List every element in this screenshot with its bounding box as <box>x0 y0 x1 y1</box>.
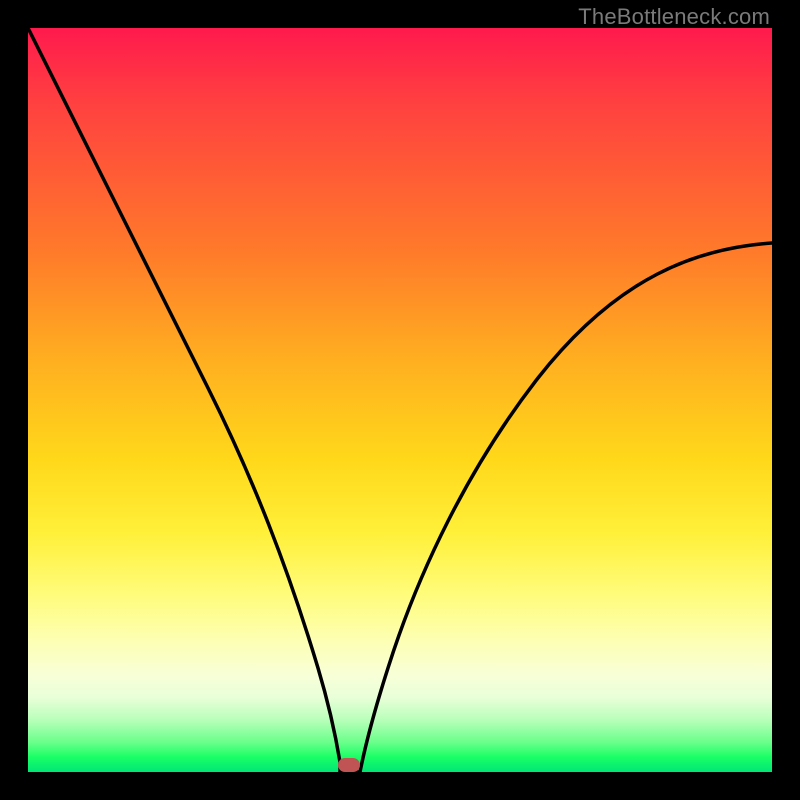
watermark-text: TheBottleneck.com <box>578 4 770 30</box>
plot-area <box>28 28 772 772</box>
curve-left-branch <box>28 28 340 772</box>
curve-right-branch <box>360 243 772 772</box>
optimal-marker <box>338 758 360 772</box>
chart-frame: TheBottleneck.com <box>0 0 800 800</box>
bottleneck-curve <box>28 28 772 772</box>
